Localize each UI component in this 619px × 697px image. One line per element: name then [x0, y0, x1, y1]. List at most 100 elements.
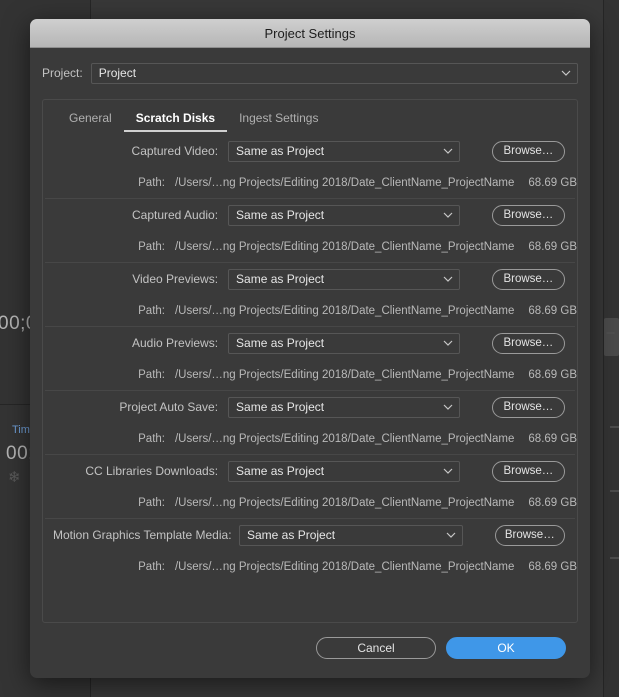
- path-value: /Users/…ng Projects/Editing 2018/Date_Cl…: [174, 177, 515, 189]
- browse-button[interactable]: Browse…: [491, 396, 565, 418]
- scratch-location-select[interactable]: Same as Project: [228, 460, 460, 482]
- project-label: Project:: [42, 66, 83, 80]
- scratch-row: Video Previews: Same as Project Browse… …: [43, 262, 577, 326]
- scratch-row-path: Path: /Users/…ng Projects/Editing 2018/D…: [43, 232, 577, 262]
- tab-ingest-settings[interactable]: Ingest Settings: [227, 111, 330, 132]
- scratch-row-controls: Captured Audio: Same as Project Browse…: [43, 198, 577, 232]
- scratch-location-value: Same as Project: [236, 400, 325, 414]
- bg-timeline-panel-title: Tim: [12, 424, 30, 436]
- path-value: /Users/…ng Projects/Editing 2018/Date_Cl…: [174, 561, 515, 573]
- chevron-down-icon: [443, 338, 453, 346]
- scratch-disks-list: Captured Video: Same as Project Browse… …: [43, 132, 577, 582]
- project-select[interactable]: Project: [90, 62, 578, 84]
- scratch-location-value: Same as Project: [236, 336, 325, 350]
- scratch-row-controls: Captured Video: Same as Project Browse…: [43, 134, 577, 168]
- path-free-space: 68.69 GB: [528, 561, 577, 573]
- chevron-down-icon: [443, 402, 453, 410]
- project-select-value: Project: [98, 66, 137, 80]
- chevron-down-icon: [446, 530, 456, 538]
- scratch-row-label: Motion Graphics Template Media:: [53, 528, 232, 542]
- bg-scrollbar-thumb[interactable]: [604, 318, 619, 356]
- tab-general[interactable]: General: [57, 111, 124, 132]
- path-value: /Users/…ng Projects/Editing 2018/Date_Cl…: [174, 497, 515, 509]
- scratch-row-controls: Audio Previews: Same as Project Browse…: [43, 326, 577, 360]
- scratch-location-select[interactable]: Same as Project: [228, 140, 460, 162]
- scratch-row: Motion Graphics Template Media: Same as …: [43, 518, 577, 582]
- scratch-row-label: Video Previews:: [132, 272, 219, 286]
- bg-toolbar-button[interactable]: [606, 332, 615, 334]
- scratch-row-path: Path: /Users/…ng Projects/Editing 2018/D…: [43, 424, 577, 454]
- chevron-down-icon: [561, 68, 571, 76]
- scratch-row-path: Path: /Users/…ng Projects/Editing 2018/D…: [43, 296, 577, 326]
- path-label: Path:: [138, 241, 165, 253]
- browse-button[interactable]: Browse…: [491, 332, 565, 354]
- browse-button[interactable]: Browse…: [491, 460, 565, 482]
- browse-button[interactable]: Browse…: [491, 268, 565, 290]
- scratch-location-value: Same as Project: [236, 272, 325, 286]
- ok-button[interactable]: OK: [446, 637, 566, 659]
- scratch-location-select[interactable]: Same as Project: [239, 524, 463, 546]
- scratch-row-label: Captured Audio:: [131, 208, 219, 222]
- tab-scratch-disks[interactable]: Scratch Disks: [123, 111, 228, 132]
- scratch-row-controls: CC Libraries Downloads: Same as Project …: [43, 454, 577, 488]
- scratch-row-path: Path: /Users/…ng Projects/Editing 2018/D…: [43, 552, 577, 582]
- cancel-button[interactable]: Cancel: [316, 637, 436, 659]
- path-value: /Users/…ng Projects/Editing 2018/Date_Cl…: [174, 305, 515, 317]
- browse-button[interactable]: Browse…: [491, 140, 565, 162]
- scratch-row-path: Path: /Users/…ng Projects/Editing 2018/D…: [43, 360, 577, 390]
- scratch-row-label: Project Auto Save:: [119, 400, 219, 414]
- scratch-row-controls: Video Previews: Same as Project Browse…: [43, 262, 577, 296]
- scratch-row-path: Path: /Users/…ng Projects/Editing 2018/D…: [43, 488, 577, 518]
- dialog-title: Project Settings: [264, 25, 356, 41]
- path-free-space: 68.69 GB: [528, 497, 577, 509]
- path-free-space: 68.69 GB: [528, 177, 577, 189]
- scratch-location-value: Same as Project: [236, 208, 325, 222]
- scratch-location-select[interactable]: Same as Project: [228, 396, 460, 418]
- path-label: Path:: [138, 497, 165, 509]
- settings-tab-panel: General Scratch Disks Ingest Settings Ca…: [42, 99, 578, 623]
- scratch-row-label: CC Libraries Downloads:: [85, 464, 219, 478]
- path-free-space: 68.69 GB: [528, 369, 577, 381]
- bg-ruler-tick: [610, 557, 619, 559]
- scratch-row: Captured Video: Same as Project Browse… …: [43, 134, 577, 198]
- scratch-row-controls: Project Auto Save: Same as Project Brows…: [43, 390, 577, 424]
- scratch-location-select[interactable]: Same as Project: [228, 332, 460, 354]
- scratch-row: CC Libraries Downloads: Same as Project …: [43, 454, 577, 518]
- scratch-row: Audio Previews: Same as Project Browse… …: [43, 326, 577, 390]
- chevron-down-icon: [443, 146, 453, 154]
- path-label: Path:: [138, 561, 165, 573]
- chevron-down-icon: [443, 274, 453, 282]
- snowflake-icon: ❄: [8, 469, 21, 486]
- browse-button[interactable]: Browse…: [494, 524, 565, 546]
- bg-ruler-tick: [610, 490, 619, 492]
- path-free-space: 68.69 GB: [528, 305, 577, 317]
- scratch-row: Project Auto Save: Same as Project Brows…: [43, 390, 577, 454]
- path-value: /Users/…ng Projects/Editing 2018/Date_Cl…: [174, 369, 515, 381]
- scratch-row: Captured Audio: Same as Project Browse… …: [43, 198, 577, 262]
- path-label: Path:: [138, 305, 165, 317]
- path-label: Path:: [138, 433, 165, 445]
- project-settings-dialog: Project Settings Project: Project Genera…: [30, 19, 590, 678]
- project-row: Project: Project: [42, 62, 578, 84]
- dialog-titlebar: Project Settings: [30, 19, 590, 48]
- dialog-footer: Cancel OK: [42, 623, 578, 659]
- scratch-row-controls: Motion Graphics Template Media: Same as …: [43, 518, 577, 552]
- path-value: /Users/…ng Projects/Editing 2018/Date_Cl…: [174, 241, 515, 253]
- path-value: /Users/…ng Projects/Editing 2018/Date_Cl…: [174, 433, 515, 445]
- scratch-location-value: Same as Project: [236, 464, 325, 478]
- scratch-location-select[interactable]: Same as Project: [228, 268, 460, 290]
- scratch-location-value: Same as Project: [247, 528, 336, 542]
- scratch-location-select[interactable]: Same as Project: [228, 204, 460, 226]
- chevron-down-icon: [443, 466, 453, 474]
- bg-ruler-tick: [610, 426, 619, 428]
- browse-button[interactable]: Browse…: [491, 204, 565, 226]
- scratch-row-path: Path: /Users/…ng Projects/Editing 2018/D…: [43, 168, 577, 198]
- dialog-body: Project: Project General Scratch Disks I…: [30, 62, 590, 659]
- path-free-space: 68.69 GB: [528, 241, 577, 253]
- tab-bar: General Scratch Disks Ingest Settings: [43, 100, 577, 132]
- scratch-location-value: Same as Project: [236, 144, 325, 158]
- scratch-row-label: Captured Video:: [131, 144, 219, 158]
- path-label: Path:: [138, 177, 165, 189]
- path-label: Path:: [138, 369, 165, 381]
- path-free-space: 68.69 GB: [528, 433, 577, 445]
